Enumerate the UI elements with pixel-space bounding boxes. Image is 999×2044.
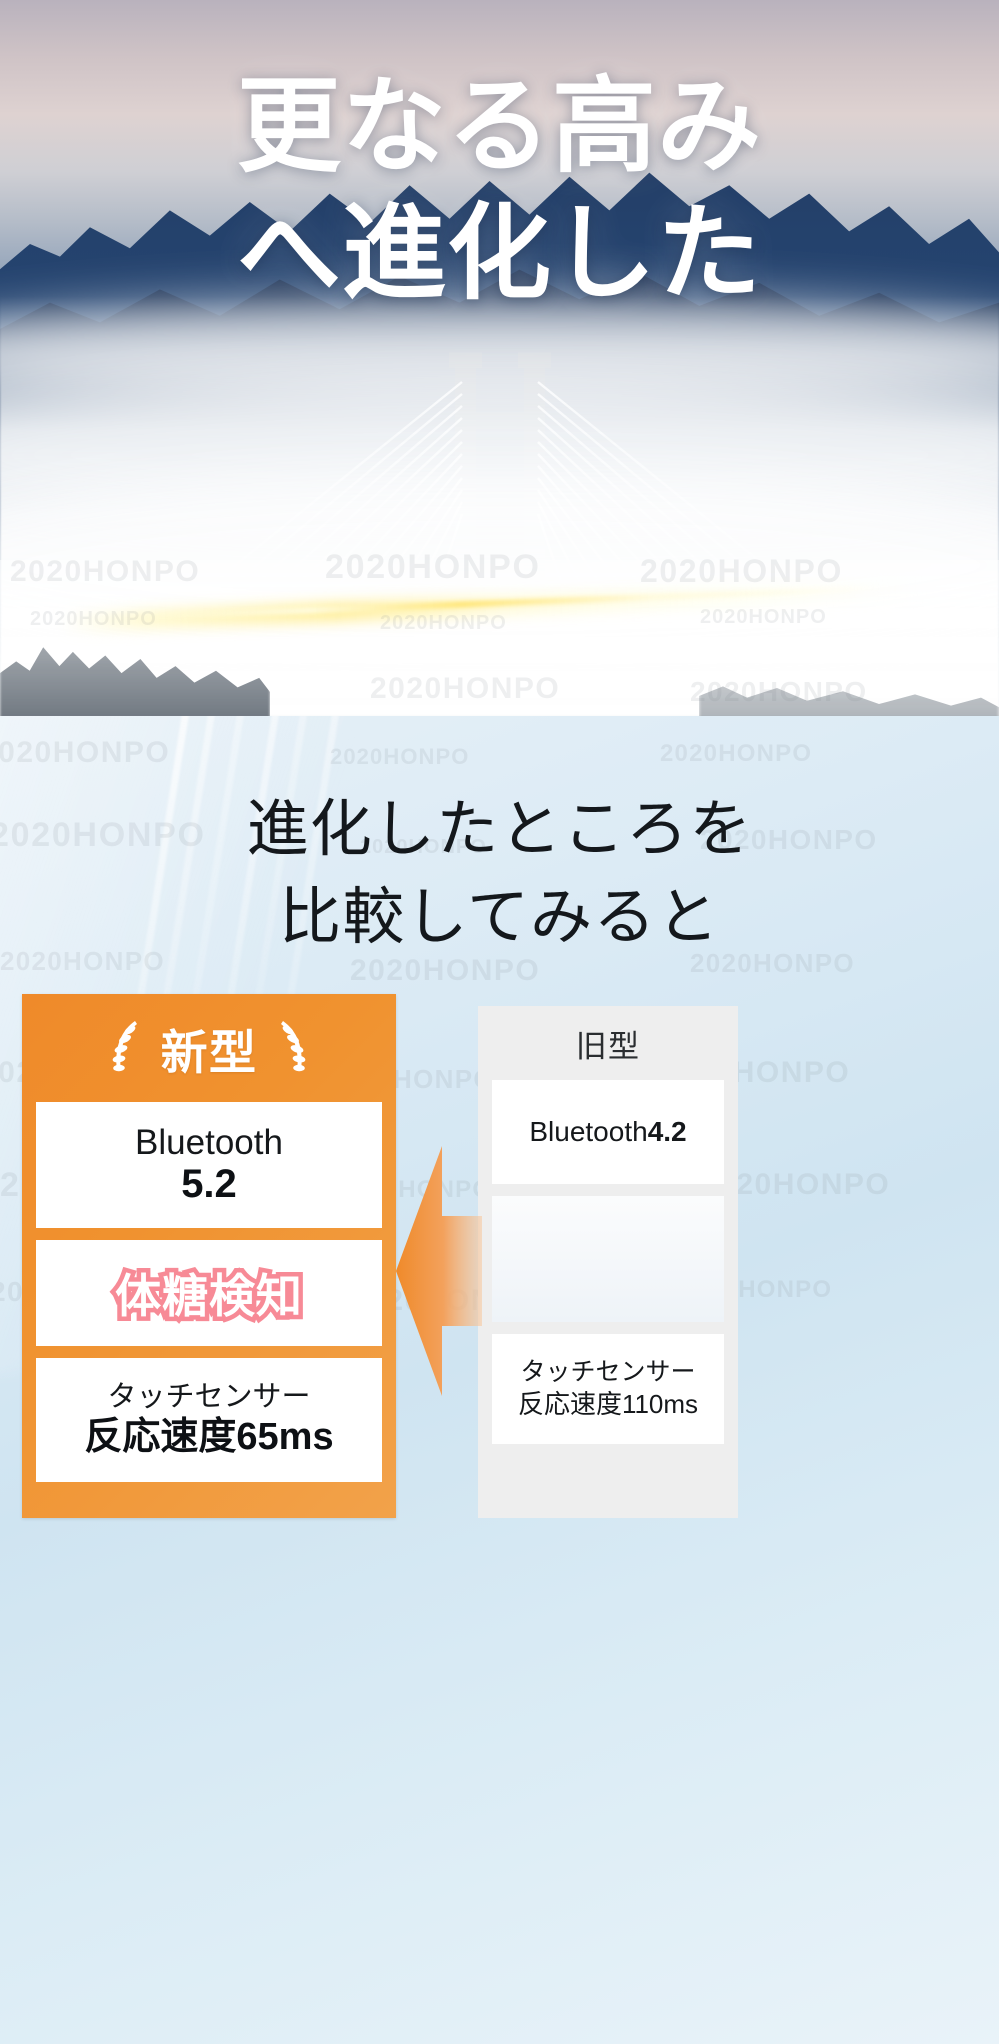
comparison-section: 2020HONPO 2020HONPO 2020HONPO 2020HONPO … <box>0 716 999 2044</box>
laurel-wreath-left-icon <box>112 1021 137 1072</box>
section-heading: 進化したところを 比較してみると <box>0 786 999 962</box>
comparison-cards: 新型 Bluetooth 5.2 体糖検知 タッチセンサー 反応速度65ms 旧… <box>0 994 999 1794</box>
new-touch-sensor-speed: 反応速度65ms <box>84 1415 334 1458</box>
new-model-header: 新型 <box>22 994 396 1102</box>
new-model-rows: Bluetooth 5.2 体糖検知 タッチセンサー 反応速度65ms <box>22 1102 396 1496</box>
old-model-rows: Bluetooth4.2 タッチセンサー 反応速度110ms <box>478 1080 738 1458</box>
new-touch-sensor-label: タッチセンサー <box>107 1380 311 1413</box>
new-glucose-row: 体糖検知 <box>36 1240 382 1346</box>
new-bluetooth-label: Bluetooth <box>135 1122 283 1162</box>
hero-title-line-1: 更なる高み <box>236 69 763 185</box>
hero-title: 更なる高み へ進化した <box>0 64 999 318</box>
old-bluetooth-row: Bluetooth4.2 <box>492 1080 724 1184</box>
watermark: 2020HONPO <box>660 740 813 767</box>
old-model-header: 旧型 <box>478 1006 738 1080</box>
new-touch-sensor-row: タッチセンサー 反応速度65ms <box>36 1358 382 1482</box>
old-touch-sensor-row: タッチセンサー 反応速度110ms <box>492 1334 724 1444</box>
section-heading-line-1: 進化したところを <box>246 795 753 864</box>
old-empty-row <box>492 1196 724 1322</box>
old-model-card: 旧型 Bluetooth4.2 タッチセンサー 反応速度110ms <box>478 1006 738 1518</box>
old-touch-sensor-label: タッチセンサー <box>520 1357 696 1386</box>
fog-band <box>0 470 999 660</box>
laurel-wreath-right-icon <box>281 1021 306 1072</box>
hero-title-line-2: へ進化した <box>236 195 763 312</box>
new-model-label: 新型 <box>160 1025 258 1079</box>
new-model-card: 新型 Bluetooth 5.2 体糖検知 タッチセンサー 反応速度65ms <box>22 994 396 1518</box>
old-model-label: 旧型 <box>575 1028 641 1064</box>
left-arrow-icon <box>396 1146 482 1396</box>
section-heading-line-2: 比較してみると <box>279 883 720 953</box>
hero-banner: 2020HONPO 2020HONPO 2020HONPO 2020HONPO … <box>0 0 999 716</box>
old-bluetooth-version: 4.2 <box>647 1116 687 1147</box>
new-glucose-label: 体糖検知 <box>111 1266 307 1327</box>
new-bluetooth-version: 5.2 <box>181 1161 237 1206</box>
old-touch-sensor-speed: 反応速度110ms <box>517 1389 699 1420</box>
new-bluetooth-row: Bluetooth 5.2 <box>36 1102 382 1228</box>
old-bluetooth-label: Bluetooth <box>529 1116 648 1147</box>
